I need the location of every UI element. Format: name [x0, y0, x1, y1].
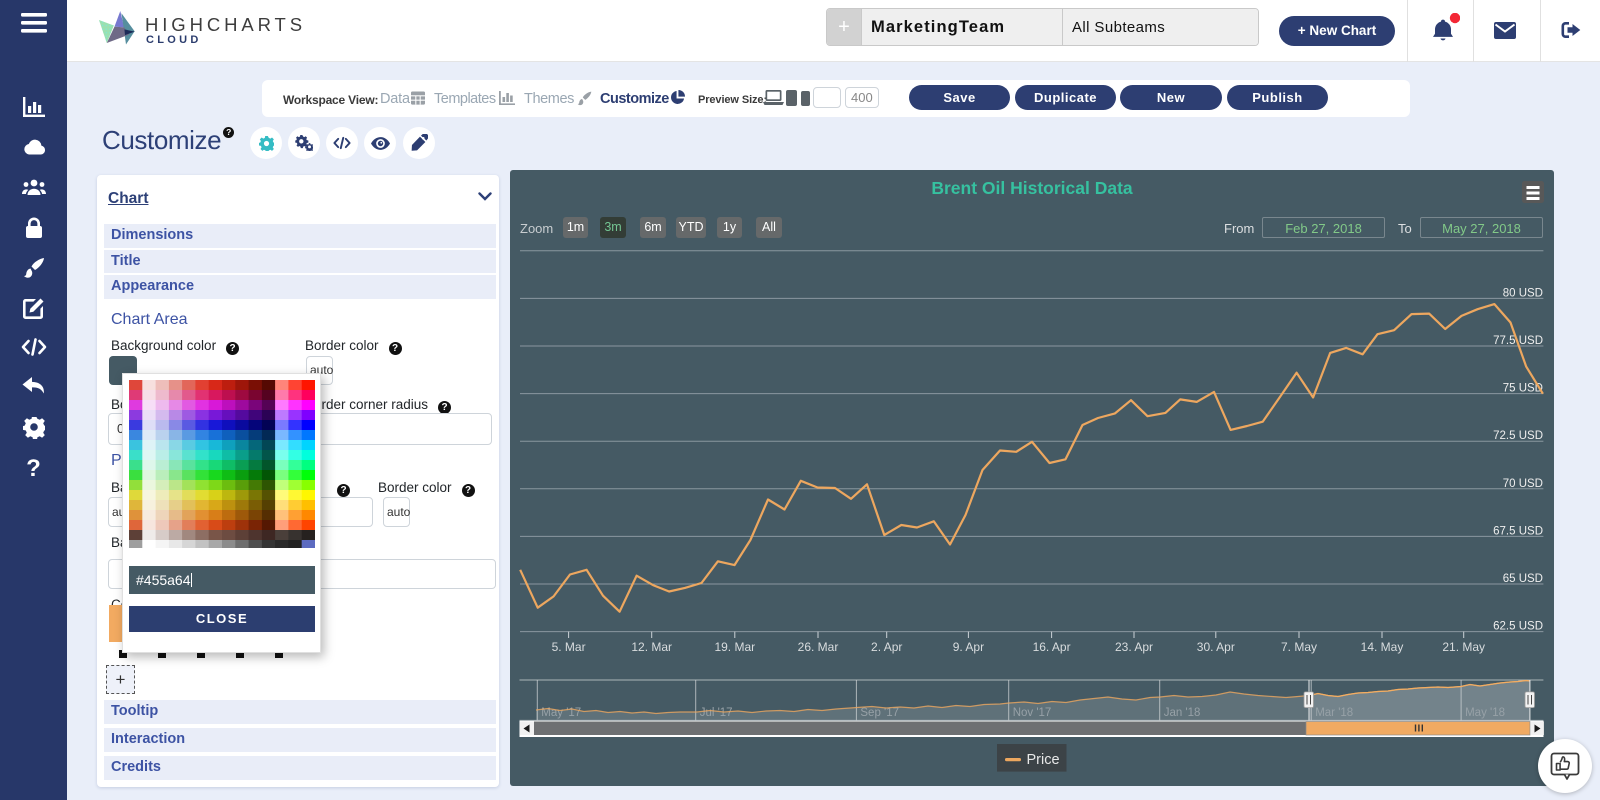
svg-text:12. Mar: 12. Mar	[631, 640, 672, 654]
svg-text:May '18: May '18	[1465, 707, 1505, 719]
svg-text:23. Apr: 23. Apr	[1115, 640, 1153, 654]
svg-text:Nov '17: Nov '17	[1013, 707, 1052, 719]
svg-text:9. Apr: 9. Apr	[953, 640, 984, 654]
svg-text:16. Apr: 16. Apr	[1033, 640, 1071, 654]
svg-text:80 USD: 80 USD	[1503, 287, 1543, 299]
svg-text:21. May: 21. May	[1442, 640, 1485, 654]
svg-text:Jul '17: Jul '17	[700, 707, 733, 719]
svg-text:5. Mar: 5. Mar	[552, 640, 586, 654]
svg-text:Sep '17: Sep '17	[860, 707, 899, 719]
svg-text:7. May: 7. May	[1281, 640, 1317, 654]
svg-text:70 USD: 70 USD	[1503, 478, 1543, 490]
svg-text:19. Mar: 19. Mar	[714, 640, 755, 654]
svg-text:67.5 USD: 67.5 USD	[1493, 525, 1543, 537]
svg-text:Brent Oil Historical Data: Brent Oil Historical Data	[931, 178, 1133, 198]
svg-text:Mar '18: Mar '18	[1315, 707, 1353, 719]
svg-text:Jan '18: Jan '18	[1164, 707, 1201, 719]
svg-text:26. Mar: 26. Mar	[798, 640, 839, 654]
svg-text:72.5 USD: 72.5 USD	[1493, 430, 1543, 442]
svg-text:Price: Price	[1027, 752, 1060, 768]
svg-text:62.5 USD: 62.5 USD	[1493, 621, 1543, 633]
svg-text:30. Apr: 30. Apr	[1197, 640, 1235, 654]
svg-text:65 USD: 65 USD	[1503, 573, 1543, 585]
svg-text:14. May: 14. May	[1361, 640, 1404, 654]
svg-text:2. Apr: 2. Apr	[871, 640, 902, 654]
